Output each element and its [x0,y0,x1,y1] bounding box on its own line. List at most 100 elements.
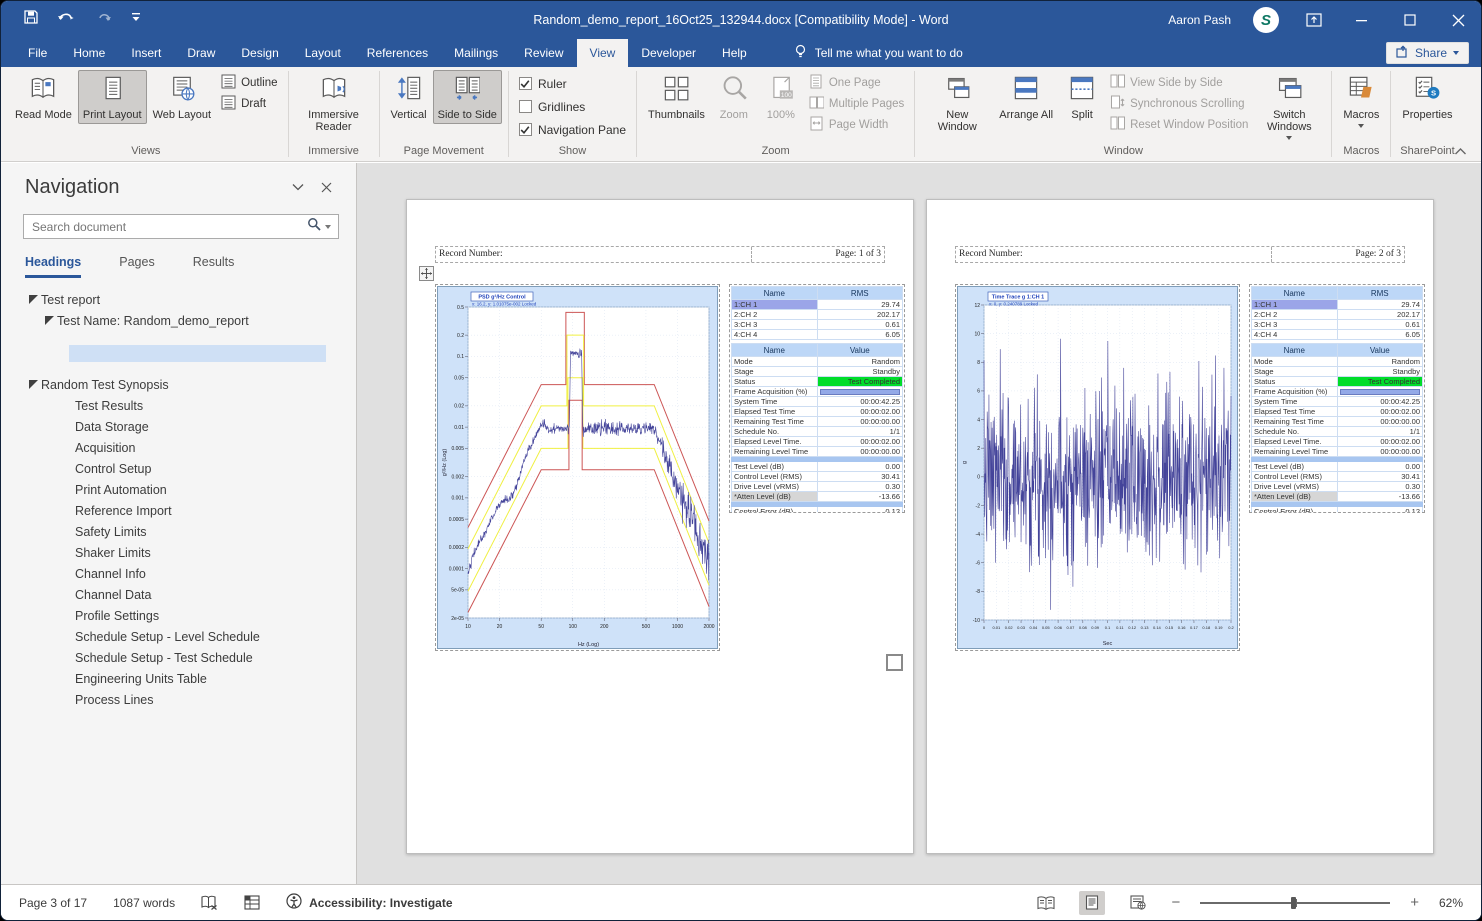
ruler-checkbox[interactable]: Ruler [519,74,626,93]
button-label: Draft [241,98,266,110]
nav-heading-acquisition[interactable]: Acquisition [1,437,356,458]
collapse-triangle-icon[interactable] [25,380,41,389]
zoom-out-button[interactable]: − [1171,894,1180,911]
minimize-icon[interactable] [1349,7,1375,33]
psd-chart-object[interactable]: 102050100200500100020000.50.20.10.050.02… [435,284,720,651]
document-page-1[interactable]: Record Number: Page: 1 of 3 102050100200… [406,199,914,854]
account-user-name[interactable]: Aaron Pash [1168,13,1231,27]
nav-heading-channel-data[interactable]: Channel Data [1,584,356,605]
zoom-slider-thumb[interactable] [1291,897,1296,909]
tab-review[interactable]: Review [511,39,576,67]
maximize-icon[interactable] [1397,7,1423,33]
tell-me-box[interactable]: Tell me what you want to do [794,39,963,67]
object-resize-handle[interactable] [886,654,903,671]
tab-help[interactable]: Help [709,39,760,67]
thumbnails-button[interactable]: Thumbnails [643,70,710,124]
nav-heading-safety-limits[interactable]: Safety Limits [1,521,356,542]
nav-heading-schedule-setup-test-schedule[interactable]: Schedule Setup - Test Schedule [1,647,356,668]
gridlines-checkbox[interactable]: Gridlines [519,97,626,116]
object-move-handle[interactable] [419,266,434,281]
read-mode-button[interactable]: Read Mode [10,70,77,124]
button-label: Web Layout [153,109,212,121]
nav-heading-schedule-setup-level-schedule[interactable]: Schedule Setup - Level Schedule [1,626,356,647]
nav-heading-engineering-units-table[interactable]: Engineering Units Table [1,668,356,689]
zoom-slider[interactable] [1200,896,1390,910]
side-to-side-button[interactable]: Side to Side [433,70,502,124]
nav-heading-data-storage[interactable]: Data Storage [1,416,356,437]
web-layout-icon[interactable] [1125,891,1151,915]
undo-icon[interactable] [57,9,79,25]
close-icon[interactable] [312,175,340,199]
properties-button[interactable]: SProperties [1397,70,1457,124]
search-icon[interactable] [307,217,321,236]
tab-draw[interactable]: Draw [174,39,228,67]
nav-heading-shaker-limits[interactable]: Shaker Limits [1,542,356,563]
instrument-table-object[interactable]: NameRMS1:CH 129.742:CH 2202.173:CH 30.61… [1249,284,1425,513]
nav-tab-pages[interactable]: Pages [119,255,154,278]
switch-windows-button[interactable]: Switch Windows [1253,70,1325,143]
accessibility-status[interactable]: Accessibility: Investigate [286,893,452,912]
nav-heading-reference-import[interactable]: Reference Import [1,500,356,521]
proofing-error-icon[interactable] [201,895,218,910]
nav-heading-profile-settings[interactable]: Profile Settings [1,605,356,626]
nav-heading-test-name-random-demo-report[interactable]: Test Name: Random_demo_report [1,310,356,331]
macro-record-icon[interactable] [244,895,260,910]
nav-heading-process-lines[interactable]: Process Lines [1,689,356,710]
nav-heading-test-report[interactable]: Test report [1,289,356,310]
time-trace-chart-object[interactable]: 00.010.020.030.040.050.060.070.080.090.1… [955,284,1240,651]
tab-file[interactable]: File [15,39,60,67]
nav-tab-results[interactable]: Results [193,255,235,278]
chevron-down-icon [1358,124,1364,128]
document-page-2[interactable]: Record Number: Page: 2 of 3 00.010.020.0… [926,199,1434,854]
macros-button[interactable]: Macros [1338,70,1384,131]
arrange-all-button[interactable]: Arrange All [994,70,1058,124]
instrument-table-object[interactable]: NameRMS1:CH 129.742:CH 2202.173:CH 30.61… [729,284,905,513]
chevron-down-icon[interactable] [325,225,331,229]
vertical-button[interactable]: Vertical [386,70,432,124]
nav-heading-test-results[interactable]: Test Results [1,395,356,416]
nav-heading-random-test-synopsis[interactable]: Random Test Synopsis [1,374,356,395]
word-count[interactable]: 1087 words [113,896,175,910]
nav-heading-print-automation[interactable]: Print Automation [1,479,356,500]
tab-layout[interactable]: Layout [292,39,354,67]
tab-mailings[interactable]: Mailings [441,39,511,67]
tab-developer[interactable]: Developer [628,39,709,67]
web-layout-button[interactable]: Web Layout [148,70,217,124]
zoom-percentage[interactable]: 62% [1439,896,1463,910]
tab-design[interactable]: Design [228,39,291,67]
split-button[interactable]: Split [1059,70,1105,124]
search-input[interactable] [24,220,307,234]
collapse-triangle-icon[interactable] [25,295,41,304]
svg-text:g²/Hz (Log): g²/Hz (Log) [442,449,448,477]
read-mode-icon[interactable] [1033,891,1059,915]
chevron-down-icon[interactable] [284,175,312,199]
zoom-in-button[interactable]: + [1410,894,1419,911]
avatar[interactable]: S [1253,7,1279,33]
nav-heading-control-setup[interactable]: Control Setup [1,458,356,479]
collapse-ribbon-icon[interactable] [1454,143,1467,161]
tab-view[interactable]: View [577,39,629,67]
save-icon[interactable] [23,9,39,25]
navigation-pane-checkbox[interactable]: Navigation Pane [519,120,626,139]
qat-customize-icon[interactable] [131,11,141,23]
print-layout-button[interactable]: Print Layout [78,70,147,124]
svg-text:PSD g²/Hz Control: PSD g²/Hz Control [478,294,526,301]
immersive-reader-button[interactable]: Immersive Reader [295,70,373,136]
tab-insert[interactable]: Insert [118,39,174,67]
page-indicator[interactable]: Page 3 of 17 [19,896,87,910]
share-button[interactable]: Share [1386,42,1469,64]
nav-heading-channel-info[interactable]: Channel Info [1,563,356,584]
redo-icon[interactable] [97,9,113,25]
button-label: Macros [1343,109,1379,121]
print-layout-icon[interactable] [1079,891,1105,915]
outline-button[interactable]: Outline [221,74,277,91]
tab-home[interactable]: Home [60,39,118,67]
close-icon[interactable] [1445,7,1471,33]
nav-heading-selected[interactable] [69,345,326,362]
nav-tab-headings[interactable]: Headings [25,255,81,278]
draft-button[interactable]: Draft [221,95,277,112]
tab-references[interactable]: References [354,39,441,67]
collapse-triangle-icon[interactable] [41,316,57,325]
new-window-button[interactable]: New Window [921,70,993,136]
ribbon-display-options-icon[interactable] [1301,7,1327,33]
